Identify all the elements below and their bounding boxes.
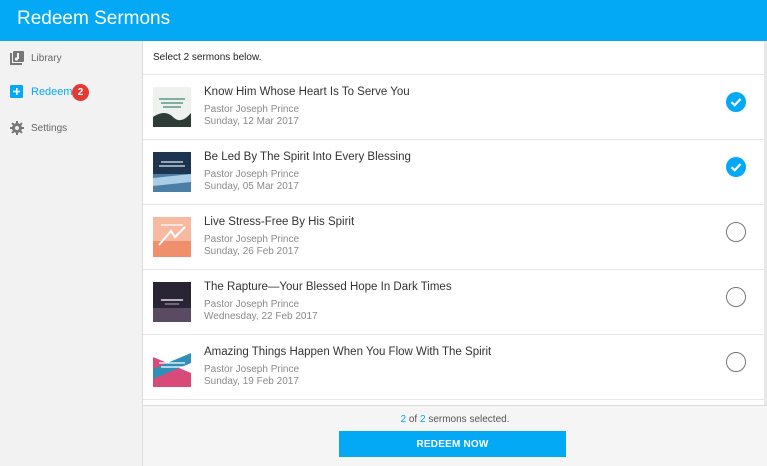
sermon-pastor: Pastor Joseph Prince: [204, 234, 300, 245]
footer-bar: 2 of 2 sermons selected. REDEEM NOW: [143, 405, 767, 466]
sermon-title: The Rapture—Your Blessed Hope In Dark Ti…: [204, 281, 452, 293]
selected-count: 2: [400, 414, 407, 425]
selected-check-icon[interactable]: [726, 92, 746, 112]
sermon-pastor: Pastor Joseph Prince: [204, 104, 300, 115]
sermon-title: Be Led By The Spirit Into Every Blessing: [204, 151, 411, 163]
sermon-thumbnail: [153, 347, 191, 387]
sidebar-item-settings[interactable]: Settings: [0, 111, 143, 145]
unselected-circle-icon[interactable]: [726, 352, 746, 372]
unselected-circle-icon[interactable]: [726, 287, 746, 307]
sermon-date: Sunday, 26 Feb 2017: [204, 246, 299, 257]
unselected-circle-icon[interactable]: [726, 222, 746, 242]
sermon-title: Live Stress-Free By His Spirit: [204, 216, 355, 228]
sidebar-item-label: Library: [31, 52, 62, 64]
plus-box-icon: [10, 85, 24, 99]
sermon-pastor: Pastor Joseph Prince: [204, 169, 300, 180]
sidebar: Library Redeem 2 Settings: [0, 41, 143, 466]
instruction-text: Select 2 sermons below.: [153, 52, 262, 63]
of-text: of: [408, 414, 418, 425]
selected-check-icon[interactable]: [726, 157, 746, 177]
sidebar-item-label: Settings: [31, 122, 68, 134]
sermon-thumbnail: [153, 152, 191, 192]
sermon-date: Sunday, 05 Mar 2017: [204, 181, 299, 192]
library-icon: [10, 51, 24, 65]
app-window: Redeem Sermons Library Redeem 2 Settings…: [0, 0, 767, 466]
sermon-date: Wednesday, 22 Feb 2017: [204, 311, 318, 322]
page-title: Redeem Sermons: [17, 8, 171, 29]
sermon-pastor: Pastor Joseph Prince: [204, 299, 300, 310]
sermon-row[interactable]: Know Him Whose Heart Is To Serve You Pas…: [143, 74, 764, 139]
sermon-row[interactable]: Be Led By The Spirit Into Every Blessing…: [143, 139, 764, 204]
gear-icon: [10, 121, 24, 135]
sermon-thumbnail: [153, 217, 191, 257]
sermon-date: Sunday, 19 Feb 2017: [204, 376, 299, 387]
sermon-row[interactable]: The Rapture—Your Blessed Hope In Dark Ti…: [143, 269, 764, 334]
redeem-now-button[interactable]: REDEEM NOW: [339, 431, 566, 457]
sermon-row[interactable]: Live Stress-Free By His Spirit Pastor Jo…: [143, 204, 764, 269]
sermon-title: Know Him Whose Heart Is To Serve You: [204, 86, 410, 98]
main-content: Select 2 sermons below. Know Him Whose H…: [143, 41, 767, 466]
sidebar-item-library[interactable]: Library: [0, 41, 143, 75]
sermon-row[interactable]: Amazing Things Happen When You Flow With…: [143, 334, 764, 399]
selection-summary: 2 of 2 sermons selected.: [143, 414, 767, 425]
sermon-title: Amazing Things Happen When You Flow With…: [204, 346, 492, 358]
sermon-thumbnail: [153, 87, 191, 127]
sermon-thumbnail: [153, 282, 191, 322]
sermon-date: Sunday, 12 Mar 2017: [204, 116, 299, 127]
total-count: 2: [419, 414, 426, 425]
sidebar-item-redeem[interactable]: Redeem 2: [0, 75, 143, 109]
sidebar-item-label: Redeem: [31, 86, 73, 98]
app-header: Redeem Sermons: [0, 0, 767, 41]
sermon-pastor: Pastor Joseph Prince: [204, 364, 300, 375]
selection-suffix: sermons selected.: [428, 414, 510, 425]
count-badge: 2: [72, 83, 89, 101]
